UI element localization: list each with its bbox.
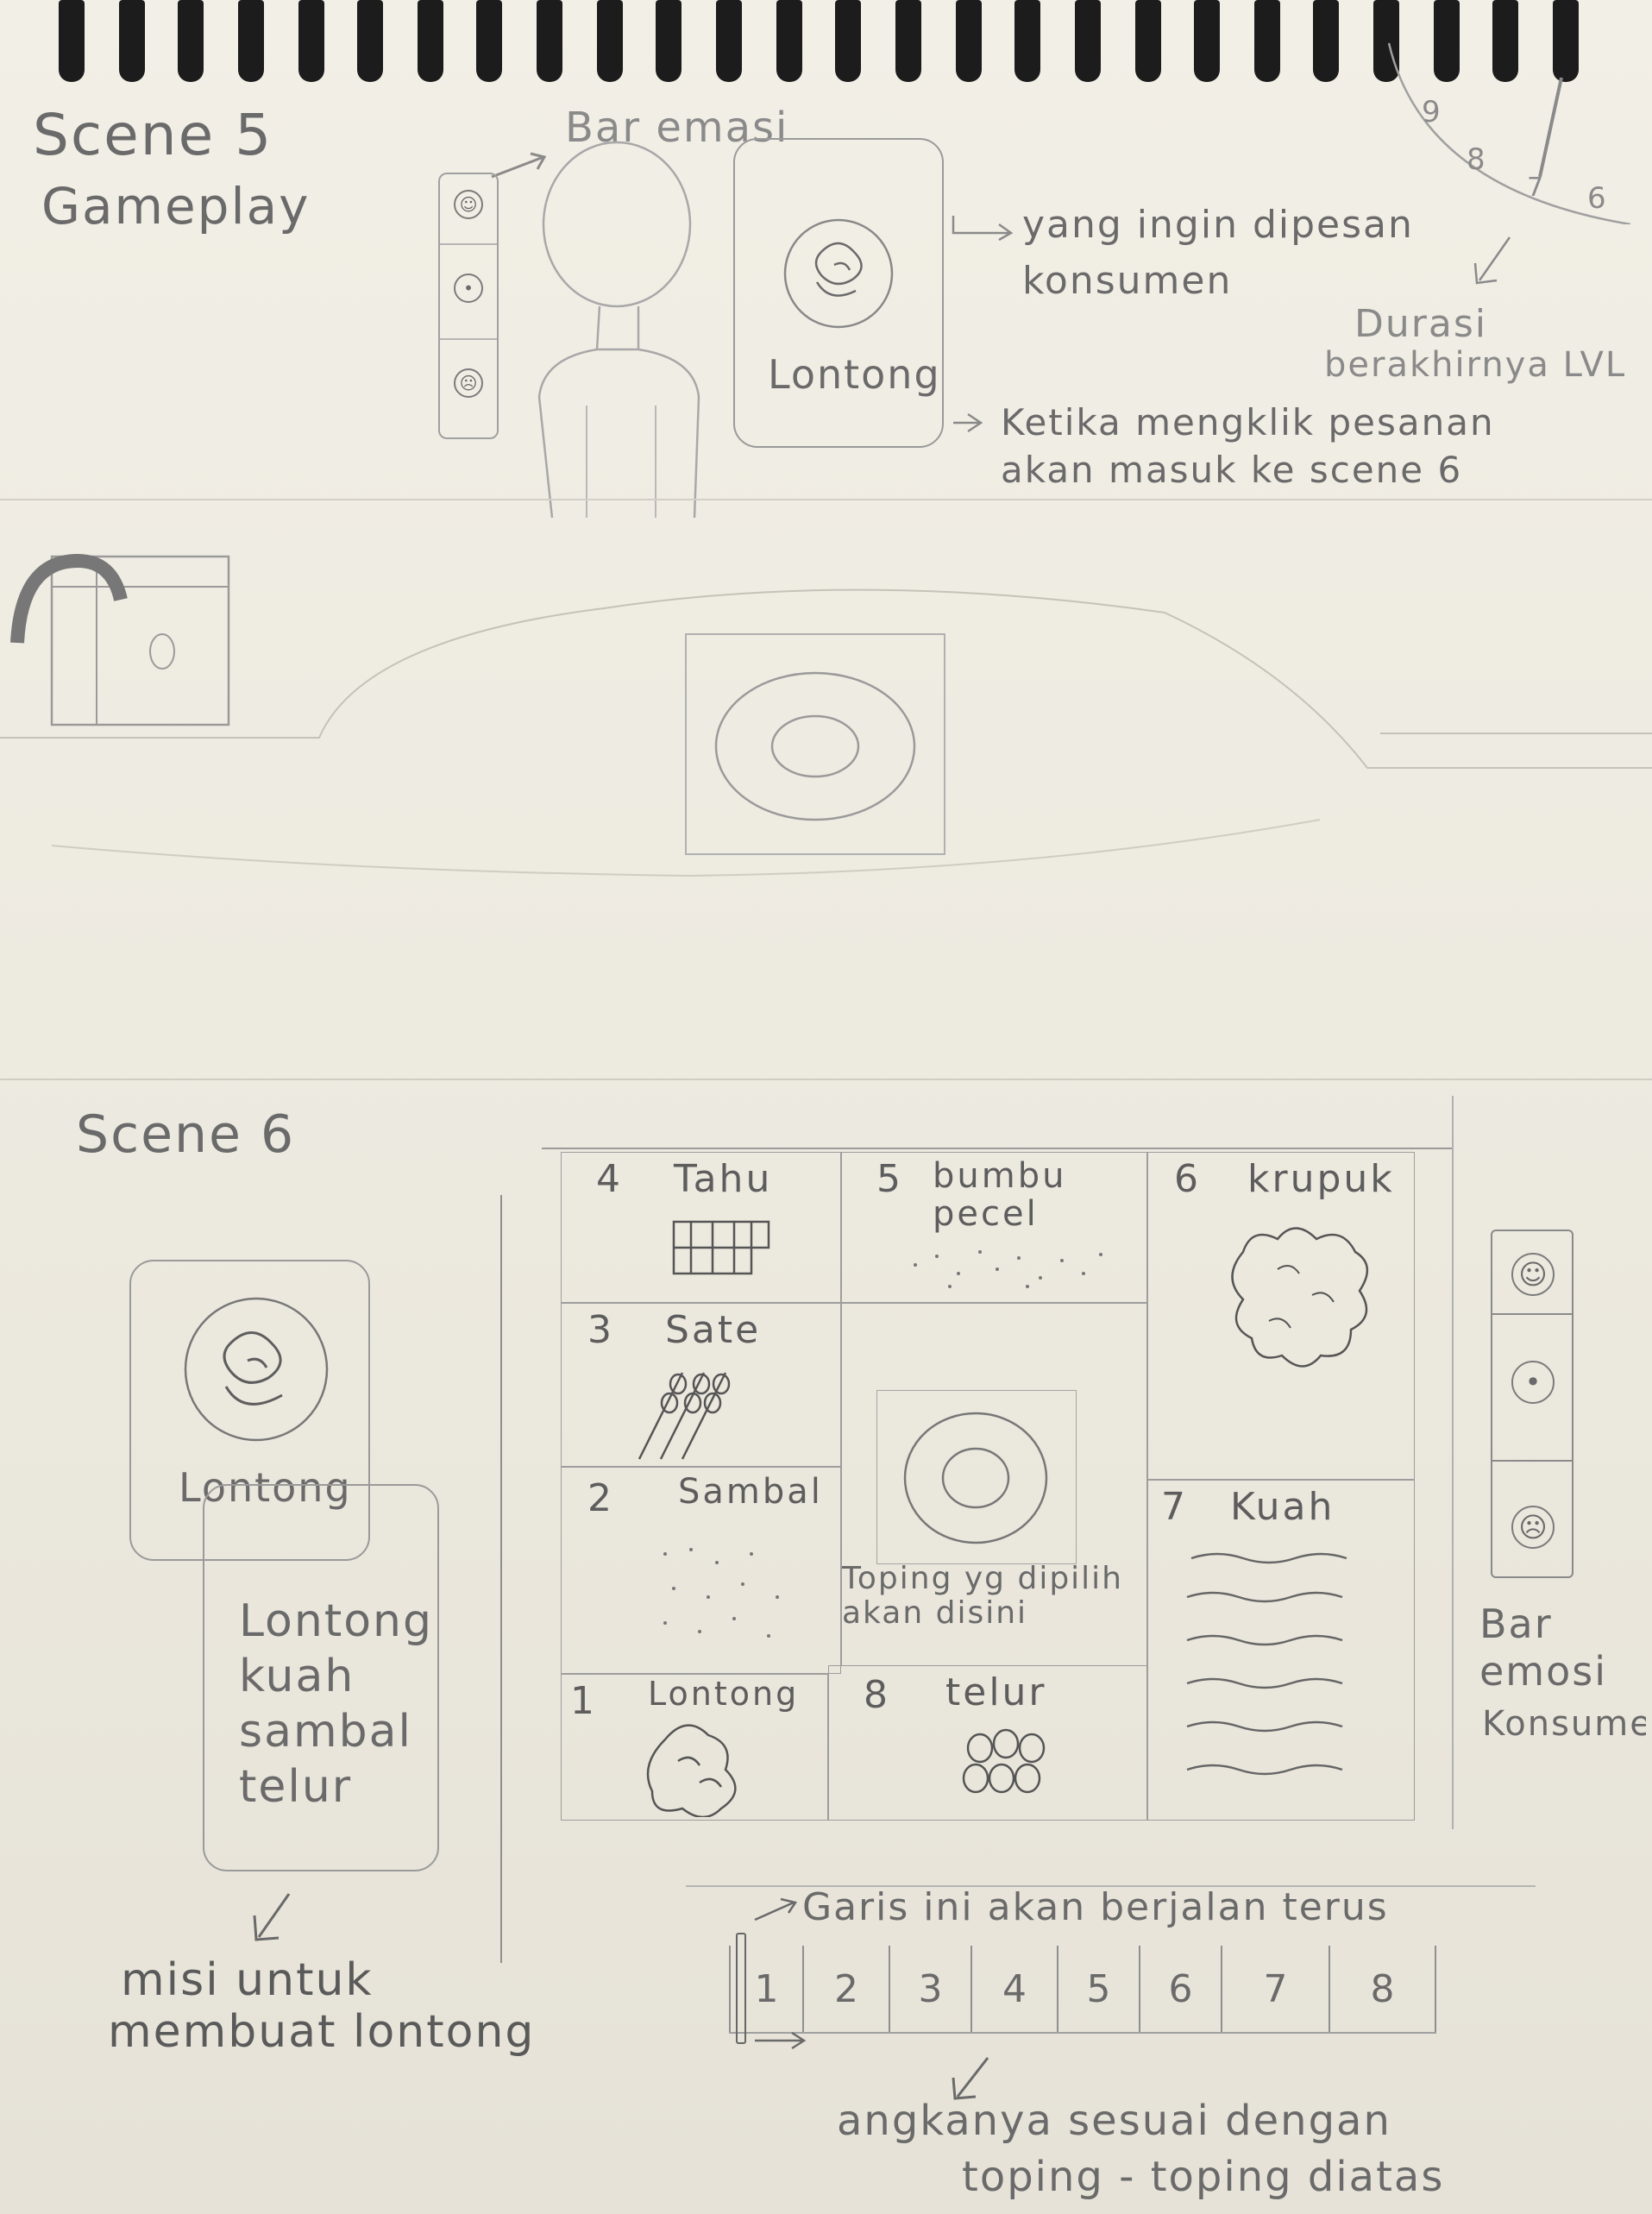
- plate-note-line2: akan disini: [842, 1595, 1028, 1631]
- timeline-note: Garis ini akan berjalan terus: [802, 1885, 1389, 1929]
- timeline-playhead[interactable]: [736, 1933, 746, 2044]
- lontong-icon: [184, 1297, 329, 1442]
- topping-cell-bumbu-pecel[interactable]: 5 bumbu pecel: [841, 1152, 1147, 1303]
- timeline-slot: 7: [1221, 1946, 1329, 2032]
- lontong-icon: [646, 1724, 737, 1817]
- topping-name: Sate: [665, 1308, 762, 1352]
- timer-number: 6: [1587, 181, 1608, 216]
- timer-dial: [1387, 42, 1631, 224]
- arrow-icon: [755, 2031, 807, 2050]
- topping-number: 5: [876, 1157, 903, 1201]
- topping-number: 4: [596, 1157, 623, 1201]
- bottom-note-line1: angkanya sesuai dengan: [837, 2097, 1391, 2145]
- sambal-icon: [663, 1548, 779, 1638]
- egg-icon: [962, 1728, 1046, 1794]
- topping-cell-kuah[interactable]: 7 Kuah: [1147, 1480, 1415, 1821]
- timeline-slot: 6: [1139, 1946, 1221, 2032]
- emotion-bar: ☺ • ☹: [1491, 1230, 1573, 1578]
- sad-face-icon: ☹: [1511, 1506, 1555, 1549]
- scene6-title: Scene 6: [76, 1104, 296, 1165]
- order-note-line1: yang ingin dipesan: [1022, 203, 1414, 247]
- emotion-label-line1: Bar: [1479, 1601, 1553, 1647]
- order-bubble[interactable]: Lontong: [733, 138, 944, 448]
- recipe-card: Lontong kuah sambal telur: [203, 1484, 439, 1871]
- emotion-label-line2: emosi: [1479, 1648, 1607, 1695]
- pecel-sauce-icon: [914, 1250, 1102, 1288]
- mission-line1: misi untuk: [121, 1954, 374, 2006]
- timeline-slot: 3: [889, 1946, 970, 2032]
- topping-cell-sate[interactable]: 3 Sate: [561, 1303, 841, 1467]
- emotion-label-line3: Konsumen: [1482, 1704, 1646, 1744]
- recipe-line: Lontong: [239, 1595, 433, 1647]
- topping-number: 7: [1161, 1485, 1188, 1529]
- topping-cell-sambal[interactable]: 2 Sambal: [561, 1467, 841, 1674]
- order-item-label: Lontong: [768, 351, 941, 398]
- lontong-icon: [783, 218, 894, 329]
- arrow-icon: [754, 1897, 798, 1922]
- plate-note-line1: Toping yg dipilih: [842, 1561, 1123, 1596]
- timeline-slot: 5: [1057, 1946, 1139, 2032]
- happy-face-icon: ☺: [1511, 1253, 1555, 1296]
- timer-number: 7: [1527, 173, 1546, 203]
- topping-name: Tahu: [674, 1157, 773, 1201]
- timeline-slot: 2: [802, 1946, 889, 2032]
- krupuk-icon: [1231, 1227, 1368, 1368]
- timer-label-line1: Durasi: [1354, 302, 1487, 346]
- topping-number: 8: [864, 1673, 890, 1717]
- topping-name: Lontong: [648, 1675, 800, 1713]
- topping-number: 3: [587, 1308, 614, 1352]
- recipe-line: telur: [239, 1761, 353, 1813]
- mission-line2: membuat lontong: [108, 2006, 536, 2058]
- counter-sketch: [0, 553, 1652, 877]
- recipe-line: kuah: [239, 1651, 355, 1702]
- topping-number: 1: [570, 1679, 597, 1723]
- topping-cell-krupuk[interactable]: 6 krupuk: [1147, 1152, 1415, 1480]
- topping-cell-tahu[interactable]: 4 Tahu: [561, 1152, 841, 1303]
- topping-name: bumbu pecel: [933, 1156, 1067, 1234]
- neutral-face-icon: •: [454, 274, 483, 303]
- topping-number: 2: [587, 1476, 614, 1520]
- topping-cell-lontong[interactable]: 1 Lontong: [561, 1674, 828, 1821]
- customer-figure: [537, 141, 700, 518]
- order-note-line2: konsumen: [1022, 259, 1233, 303]
- recipe-line: sambal: [239, 1706, 412, 1758]
- kuah-soup-icon: [1186, 1552, 1347, 1776]
- arrow-icon: [1473, 236, 1511, 285]
- click-note-line1: Ketika mengklik pesanan: [1001, 401, 1495, 443]
- arrow-icon: [952, 216, 1014, 242]
- topping-number: 6: [1174, 1157, 1201, 1201]
- plate-area[interactable]: Toping yg dipilih akan disini: [841, 1303, 1147, 1665]
- timeline-slot: 8: [1329, 1946, 1436, 2032]
- timer-number: 9: [1422, 95, 1442, 129]
- click-note-line2: akan masuk ke scene 6: [1001, 449, 1463, 491]
- topping-name: telur: [945, 1670, 1047, 1714]
- scene5-subtitle: Gameplay: [41, 177, 311, 236]
- happy-face-icon: ☺: [454, 190, 483, 219]
- tofu-icon: [672, 1220, 770, 1275]
- emotion-bar: ☺ • ☹: [438, 173, 499, 439]
- arrow-icon: [253, 1893, 291, 1941]
- timeline-slot: 4: [970, 1946, 1057, 2032]
- sad-face-icon: ☹: [454, 368, 483, 398]
- sate-icon: [638, 1372, 731, 1460]
- scene5-title: Scene 5: [33, 102, 273, 168]
- topping-name: Sambal: [678, 1472, 823, 1512]
- bottom-note-line2: toping - toping diatas: [962, 2153, 1445, 2201]
- topping-grid: 4 Tahu 5 bumbu pecel 6 krupuk 3 Sate Top…: [561, 1152, 1415, 1821]
- neutral-face-icon: •: [1511, 1361, 1555, 1404]
- topping-name: krupuk: [1247, 1157, 1395, 1201]
- timeline-bar: 1 2 3 4 5 6 7 8: [729, 1933, 1436, 2044]
- plate-icon: [903, 1412, 1048, 1544]
- topping-name: Kuah: [1230, 1485, 1335, 1529]
- topping-cell-telur[interactable]: 8 telur: [828, 1665, 1147, 1821]
- timer-number: 8: [1467, 142, 1487, 177]
- timer-label-line2: berakhirnya LVL: [1324, 345, 1627, 385]
